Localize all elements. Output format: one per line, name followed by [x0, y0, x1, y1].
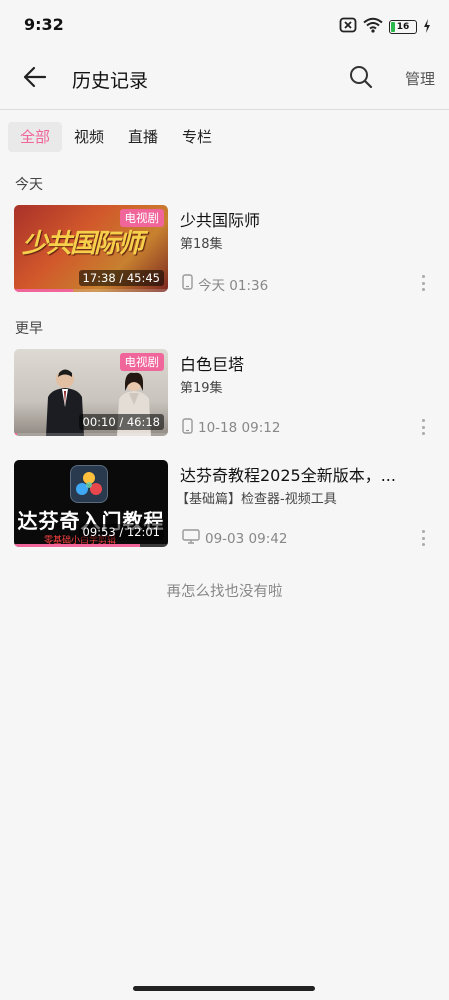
- charging-icon: [423, 18, 431, 37]
- watch-time: 今天 01:36: [198, 278, 269, 294]
- watch-time: 09-03 09:42: [205, 530, 288, 547]
- tab-column[interactable]: 专栏: [170, 122, 224, 152]
- filter-tabs: 全部 视频 直播 专栏: [8, 122, 224, 152]
- back-arrow-icon: [23, 66, 47, 92]
- episode-label: 第18集: [180, 237, 223, 252]
- end-of-list-text: 再怎么找也没有啦: [166, 584, 283, 600]
- status-time: 9:32: [24, 15, 64, 34]
- thumbnail-title-art: 少共国际师: [22, 229, 144, 259]
- video-thumbnail[interactable]: 少共国际师 电视剧 17:38 / 45:45: [14, 205, 168, 292]
- watch-duration: 17:38 / 45:45: [78, 270, 164, 286]
- tv-icon: [182, 529, 200, 548]
- video-title: 少共国际师: [180, 211, 261, 230]
- more-options-button[interactable]: [417, 275, 429, 291]
- tab-video[interactable]: 视频: [62, 122, 116, 152]
- more-options-button[interactable]: [417, 530, 429, 546]
- video-title: 达芬奇教程2025全新版本，...: [180, 466, 396, 485]
- section-label-today: 今天: [15, 177, 43, 193]
- history-item[interactable]: 电视剧 00:10 / 46:18 白色巨塔 第19集 10-18 09:12: [14, 349, 435, 439]
- watch-meta: 今天 01:36: [182, 274, 268, 294]
- watch-meta: 10-18 09:12: [182, 418, 280, 438]
- home-indicator[interactable]: [133, 986, 315, 991]
- battery-level: 16: [396, 22, 410, 32]
- category-badge: 电视剧: [119, 353, 164, 371]
- watch-progress-bar: [14, 544, 141, 547]
- back-button[interactable]: [20, 64, 50, 94]
- video-thumbnail[interactable]: 达芬奇入门教程 零基础小白学剪辑 09:53 / 12:01: [14, 460, 168, 547]
- search-icon: [349, 65, 373, 93]
- watch-duration: 00:10 / 46:18: [78, 414, 164, 430]
- more-options-button[interactable]: [417, 419, 429, 435]
- top-bar: 历史记录 管理: [0, 52, 449, 110]
- watch-duration: 09:53 / 12:01: [78, 524, 164, 540]
- davinci-logo-icon: [70, 465, 108, 503]
- history-item[interactable]: 达芬奇入门教程 零基础小白学剪辑 09:53 / 12:01 达芬奇教程2025…: [14, 460, 435, 550]
- wifi-icon: [363, 17, 383, 37]
- status-bar: 9:32 16: [0, 0, 449, 52]
- phone-icon: [182, 418, 193, 438]
- progress-track: [14, 433, 168, 436]
- video-thumbnail[interactable]: 电视剧 00:10 / 46:18: [14, 349, 168, 436]
- section-label-earlier: 更早: [15, 321, 43, 337]
- tab-live[interactable]: 直播: [116, 122, 170, 152]
- episode-label: 【基础篇】检查器-视频工具: [176, 492, 337, 507]
- history-item[interactable]: 少共国际师 电视剧 17:38 / 45:45 少共国际师 第18集 今天 01…: [14, 205, 435, 295]
- page-title: 历史记录: [72, 70, 149, 92]
- sim-off-icon: [339, 17, 357, 37]
- episode-label: 第19集: [180, 381, 223, 396]
- tab-all[interactable]: 全部: [8, 122, 63, 152]
- manage-button[interactable]: 管理: [405, 68, 435, 89]
- search-button[interactable]: [345, 63, 377, 95]
- battery-icon: 16: [389, 20, 417, 34]
- category-badge: 电视剧: [119, 209, 164, 227]
- status-icons: 16: [339, 17, 431, 37]
- watch-progress-bar: [14, 433, 18, 436]
- video-title: 白色巨塔: [180, 355, 245, 374]
- watch-progress-bar: [14, 289, 74, 292]
- watch-time: 10-18 09:12: [198, 420, 281, 436]
- watch-meta: 09-03 09:42: [182, 529, 287, 548]
- phone-icon: [182, 274, 193, 294]
